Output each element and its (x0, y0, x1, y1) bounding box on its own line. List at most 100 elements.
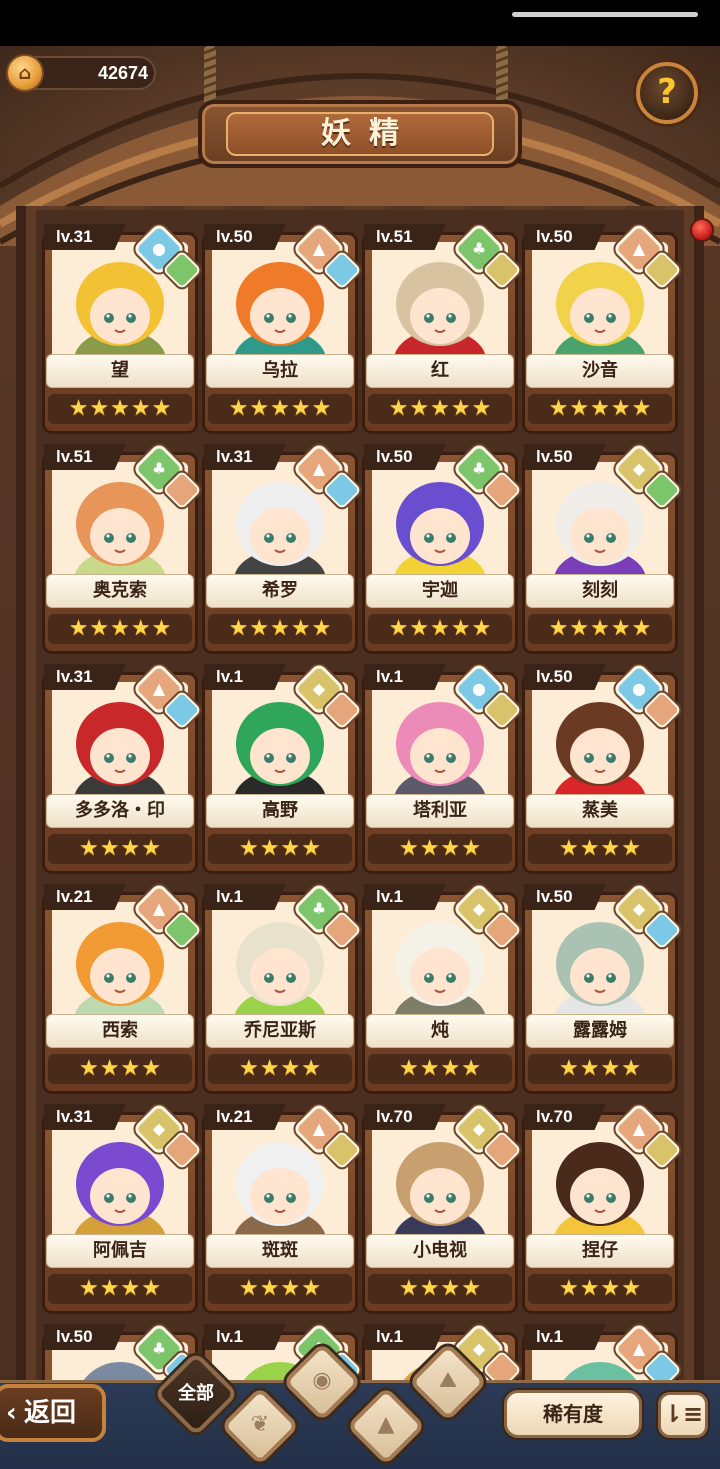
star-icon: ★ (450, 616, 471, 641)
star-icon: ★ (621, 1276, 641, 1301)
fairy-level-tag: lv.21 (44, 884, 126, 910)
fairy-name: 乔尼亚斯 (206, 1014, 354, 1048)
fairy-card[interactable]: lv.1 ● 塔利亚 ★ ★ ★ ★ (362, 662, 522, 874)
fairy-card[interactable]: lv.21 ▲ 斑斑 ★ ★ ★ ★ (202, 1102, 362, 1314)
rarity-stars: ★ ★ ★ ★ (48, 1274, 192, 1304)
fairy-card[interactable]: lv.1 ♣ 乔尼亚斯 ★ ★ ★ ★ (202, 882, 362, 1094)
help-button[interactable]: ? (636, 62, 698, 124)
star-icon: ★ (270, 616, 290, 641)
star-icon: ★ (440, 1276, 461, 1301)
fairy-level-tag: lv.1 (204, 884, 286, 910)
star-icon: ★ (621, 1056, 641, 1081)
star-icon: ★ (631, 616, 652, 641)
star-icon: ★ (461, 1056, 481, 1081)
fairy-level-tag: lv.50 (204, 224, 286, 250)
star-icon: ★ (461, 1276, 481, 1301)
coin-amount: 42674 (97, 63, 148, 83)
rarity-stars: ★ ★ ★ ★ (208, 1054, 352, 1084)
rarity-stars: ★ ★ ★ ★ (528, 1054, 672, 1084)
fairy-level-tag: lv.1 (524, 1324, 606, 1350)
star-icon: ★ (120, 836, 141, 861)
fairy-level-tag: lv.70 (364, 1104, 446, 1130)
fairy-name: 沙音 (526, 354, 674, 388)
fairy-card[interactable]: lv.31 ● 望 ★ ★ ★ ★ ★ (42, 222, 202, 434)
star-icon: ★ (79, 1056, 99, 1081)
fairy-card[interactable]: lv.31 ▲ 希罗 ★ ★ ★ ★ ★ (202, 442, 362, 654)
star-icon: ★ (259, 1276, 280, 1301)
fairy-card[interactable]: lv.50 ◆ 露露姆 ★ ★ ★ ★ (522, 882, 682, 1094)
fairy-card[interactable]: lv.1 ◆ 炖 ★ ★ ★ ★ (362, 882, 522, 1094)
star-icon: ★ (569, 396, 590, 421)
fairy-card[interactable]: lv.1 ◆ 高野 ★ ★ ★ ★ (202, 662, 362, 874)
star-icon: ★ (99, 836, 120, 861)
star-icon: ★ (440, 1056, 461, 1081)
rarity-stars: ★ ★ ★ ★ (528, 834, 672, 864)
star-icon: ★ (399, 1056, 419, 1081)
star-icon: ★ (548, 616, 569, 641)
earth-mountain-icon: ▲ (377, 1412, 395, 1437)
fairy-card[interactable]: lv.50 ◆ 刻刻 ★ ★ ★ ★ ★ (522, 442, 682, 654)
star-icon: ★ (579, 1276, 600, 1301)
star-icon: ★ (280, 1276, 301, 1301)
fairy-card[interactable]: lv.1 ▲ (522, 1322, 682, 1386)
fairy-level-tag: lv.50 (364, 444, 446, 470)
fairy-level-tag: lv.50 (524, 884, 606, 910)
rarity-stars: ★ ★ ★ ★ (368, 834, 512, 864)
rarity-stars: ★ ★ ★ ★ (368, 1274, 512, 1304)
sort-order-button[interactable]: ⇂≡ (658, 1392, 708, 1438)
star-icon: ★ (590, 396, 610, 421)
rarity-stars: ★ ★ ★ ★ ★ (48, 614, 192, 644)
star-icon: ★ (259, 836, 280, 861)
star-icon: ★ (68, 616, 89, 641)
star-icon: ★ (228, 616, 249, 641)
fairy-level-tag: lv.50 (44, 1324, 126, 1350)
fairy-card[interactable]: lv.51 ♣ 红 ★ ★ ★ ★ ★ (362, 222, 522, 434)
rarity-stars: ★ ★ ★ ★ (48, 834, 192, 864)
star-icon: ★ (311, 396, 332, 421)
rarity-stars: ★ ★ ★ ★ ★ (528, 394, 672, 424)
star-icon: ★ (99, 1056, 120, 1081)
star-icon: ★ (290, 396, 311, 421)
fairy-card[interactable]: lv.50 ▲ 沙音 ★ ★ ★ ★ ★ (522, 222, 682, 434)
fairy-card[interactable]: lv.31 ▲ 多多洛・印 ★ ★ ★ ★ (42, 662, 202, 874)
fairy-level-tag: lv.31 (44, 1104, 126, 1130)
star-icon: ★ (249, 616, 270, 641)
star-icon: ★ (430, 616, 450, 641)
fairy-name: 多多洛・印 (46, 794, 194, 828)
fairy-name: 斑斑 (206, 1234, 354, 1268)
star-icon: ★ (301, 1056, 321, 1081)
rarity-stars: ★ ★ ★ ★ (208, 1274, 352, 1304)
rarity-stars: ★ ★ ★ ★ (528, 1274, 672, 1304)
star-icon: ★ (290, 616, 311, 641)
fairy-card[interactable]: lv.21 ▲ 西索 ★ ★ ★ ★ (42, 882, 202, 1094)
fairy-level-tag: lv.1 (364, 664, 446, 690)
fairy-card[interactable]: lv.50 ● 蒸美 ★ ★ ★ ★ (522, 662, 682, 874)
fairy-name: 阿佩吉 (46, 1234, 194, 1268)
fairy-card[interactable]: lv.70 ◆ 小电视 ★ ★ ★ ★ (362, 1102, 522, 1314)
rarity-sort-button[interactable]: 稀有度 (504, 1390, 642, 1438)
rarity-stars: ★ ★ ★ ★ ★ (368, 394, 512, 424)
star-icon: ★ (151, 396, 172, 421)
rarity-stars: ★ ★ ★ ★ ★ (368, 614, 512, 644)
fairy-level-tag: lv.21 (204, 1104, 286, 1130)
fairy-name: 西索 (46, 1014, 194, 1048)
coin-icon: ⌂ (6, 54, 44, 92)
star-icon: ★ (419, 836, 440, 861)
rarity-stars: ★ ★ ★ ★ ★ (208, 394, 352, 424)
star-icon: ★ (388, 396, 409, 421)
fairy-grid-panel: lv.31 ● 望 ★ ★ ★ ★ ★ lv.50 ▲ 乌拉 ★ ★ ★ ★ ★ lv.51 ♣ 红 ★ ★ ★ ★ ★ lv.… (36, 210, 684, 1386)
fairy-card[interactable]: lv.70 ▲ 捏仔 ★ ★ ★ ★ (522, 1102, 682, 1314)
fairy-card[interactable]: lv.31 ◆ 阿佩吉 ★ ★ ★ ★ (42, 1102, 202, 1314)
star-icon: ★ (430, 396, 450, 421)
star-icon: ★ (450, 396, 471, 421)
rarity-stars: ★ ★ ★ ★ (368, 1054, 512, 1084)
star-icon: ★ (311, 616, 332, 641)
fairy-card[interactable]: lv.50 ♣ 宇迦 ★ ★ ★ ★ ★ (362, 442, 522, 654)
star-icon: ★ (79, 836, 99, 861)
fairy-card[interactable]: lv.50 ▲ 乌拉 ★ ★ ★ ★ ★ (202, 222, 362, 434)
fairy-name: 小电视 (366, 1234, 514, 1268)
page-title: 妖精 (321, 116, 417, 151)
fairy-card[interactable]: lv.51 ♣ 奥克索 ★ ★ ★ ★ ★ (42, 442, 202, 654)
rarity-stars: ★ ★ ★ ★ (48, 1054, 192, 1084)
fairy-level-tag: lv.51 (44, 444, 126, 470)
